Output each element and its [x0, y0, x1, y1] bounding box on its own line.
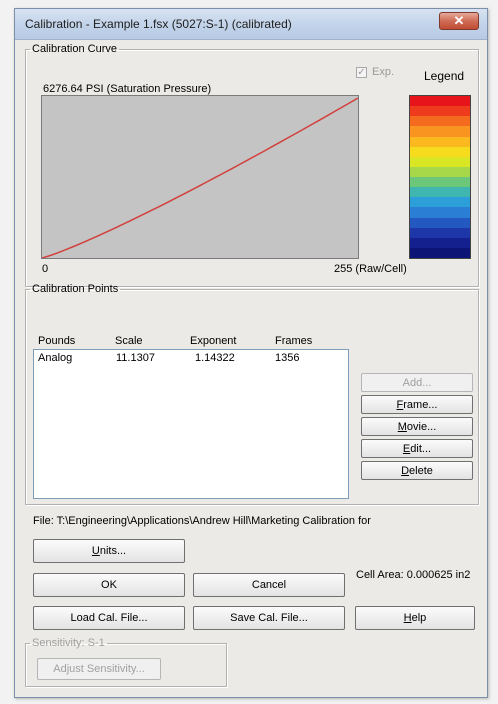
units-button[interactable]: Units... [33, 539, 185, 563]
x-axis-min-label: 0 [42, 263, 49, 275]
movie-button[interactable]: Movie... [361, 417, 473, 436]
close-icon: ✕ [453, 13, 465, 28]
frame-button[interactable]: Frame... [361, 395, 473, 414]
window-title: Calibration - Example 1.fsx (5027:S-1) (… [25, 17, 292, 31]
legend-swatch [410, 237, 470, 248]
legend-swatch [410, 106, 470, 117]
exp-checkbox-label: Exp. [372, 66, 395, 78]
sensitivity-group-title: Sensitivity: S-1 [32, 637, 105, 649]
saturation-pressure-label: 6276.64 PSI (Saturation Pressure) [43, 83, 212, 95]
adjust-sensitivity-button[interactable]: Adjust Sensitivity... [37, 658, 161, 680]
legend-swatch [410, 166, 470, 177]
legend-title: Legend [424, 69, 465, 83]
legend-swatch [410, 187, 470, 198]
calibration-points-list[interactable]: Analog 11.1307 1.14322 1356 [33, 349, 349, 499]
legend-swatch [410, 207, 470, 218]
check-icon: ✓ [357, 67, 366, 78]
cell-pounds: Analog [38, 352, 73, 364]
exp-checkbox[interactable]: ✓ [356, 67, 367, 78]
cell-frames: 1356 [275, 352, 300, 364]
legend-swatch [410, 126, 470, 137]
color-legend-bar [409, 95, 471, 259]
legend-swatch [410, 156, 470, 167]
legend-swatch [410, 96, 470, 107]
load-cal-file-button[interactable]: Load Cal. File... [33, 606, 185, 630]
legend-swatch [410, 136, 470, 147]
legend-swatch [410, 217, 470, 228]
add-button[interactable]: Add... [361, 373, 473, 392]
help-button[interactable]: Help [355, 606, 475, 630]
legend-swatch [410, 247, 470, 258]
legend-swatch [410, 227, 470, 238]
table-row[interactable]: Analog 11.1307 1.14322 1356 [34, 352, 348, 366]
calibration-curve-line [42, 97, 358, 258]
legend-swatch [410, 197, 470, 208]
close-button[interactable]: ✕ [439, 12, 479, 30]
column-header-exponent: Exponent [190, 335, 237, 347]
calibration-curve-svg [42, 97, 358, 258]
calibration-curve-group-title: Calibration Curve [32, 43, 117, 55]
cancel-button[interactable]: Cancel [193, 573, 345, 597]
column-header-scale: Scale [115, 335, 143, 347]
ok-button[interactable]: OK [33, 573, 185, 597]
column-header-pounds: Pounds [38, 335, 76, 347]
calibration-points-group-title: Calibration Points [32, 283, 119, 295]
calibration-dialog: Calibration - Example 1.fsx (5027:S-1) (… [14, 8, 488, 698]
file-path-label: File: T:\Engineering\Applications\Andrew… [33, 515, 371, 527]
edit-button[interactable]: Edit... [361, 439, 473, 458]
x-axis-max-label: 255 (Raw/Cell) [334, 263, 407, 275]
delete-button[interactable]: Delete [361, 461, 473, 480]
cell-scale: 11.1307 [116, 352, 155, 364]
cell-area-label: Cell Area: 0.000625 in2 [356, 569, 471, 581]
legend-swatch [410, 116, 470, 127]
column-header-frames: Frames [275, 335, 313, 347]
title-bar[interactable]: Calibration - Example 1.fsx (5027:S-1) (… [15, 9, 487, 40]
save-cal-file-button[interactable]: Save Cal. File... [193, 606, 345, 630]
cell-exponent: 1.14322 [195, 352, 235, 364]
legend-swatch [410, 146, 470, 157]
legend-swatch [410, 177, 470, 188]
calibration-curve-plot [41, 95, 359, 259]
